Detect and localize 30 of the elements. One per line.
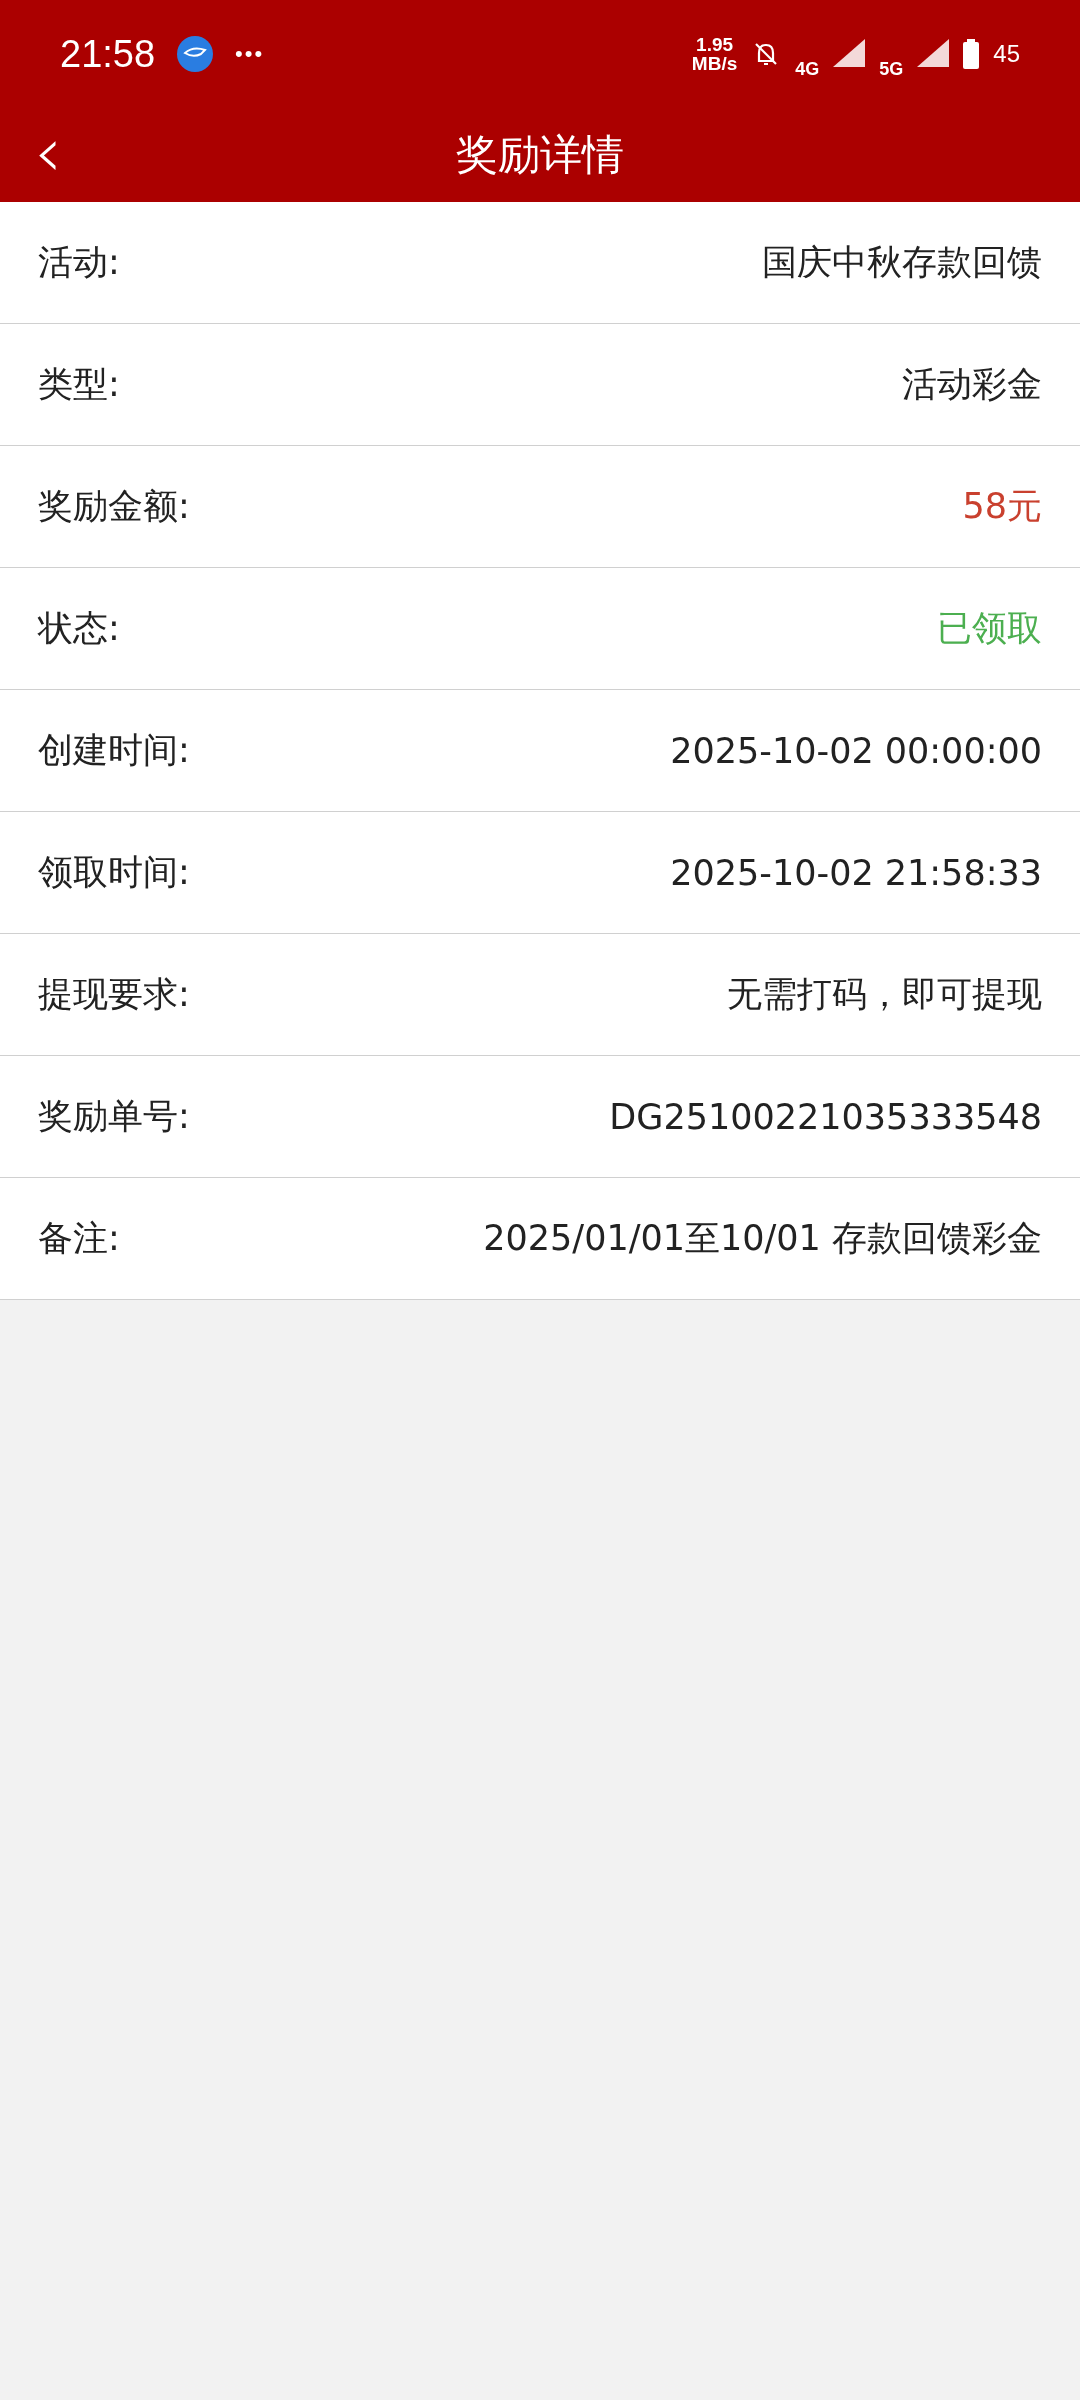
field-label: 类型: [38,363,120,406]
more-indicator: ••• [235,41,265,67]
field-value: DG25100221035333548 [609,1096,1042,1137]
field-value: 2025-10-02 21:58:33 [670,852,1042,893]
field-value: 58元 [962,485,1042,528]
clock: 21:58 [60,32,156,76]
field-label: 状态: [38,607,120,650]
field-label: 奖励金额: [38,485,190,528]
network-label: 4G [795,58,820,80]
battery-icon [963,39,980,69]
signal-icon [833,39,866,69]
network-speed: 1.95 [696,35,734,54]
field-value: 2025-10-02 00:00:00 [670,730,1042,771]
field-value: 2025/01/01至10/01 存款回馈彩金 [483,1217,1042,1260]
field-value: 无需打码，即可提现 [727,973,1042,1016]
field-value: 活动彩金 [902,363,1042,406]
field-label: 备注: [38,1217,120,1260]
page-title: 奖励详情 [456,129,624,181]
signal-icon [917,39,950,69]
back-button[interactable]: ‹ [26,122,70,182]
network-label: 5G [879,58,904,80]
field-label: 奖励单号: [38,1095,190,1138]
field-label: 活动: [38,241,120,284]
field-value: 已领取 [937,607,1042,650]
field-value: 国庆中秋存款回馈 [762,241,1042,284]
field-label: 提现要求: [38,973,190,1016]
speed-unit: MB/s [691,54,738,73]
battery-level: 45 [993,40,1020,68]
field-label: 创建时间: [38,729,190,772]
field-label: 领取时间: [38,851,190,894]
